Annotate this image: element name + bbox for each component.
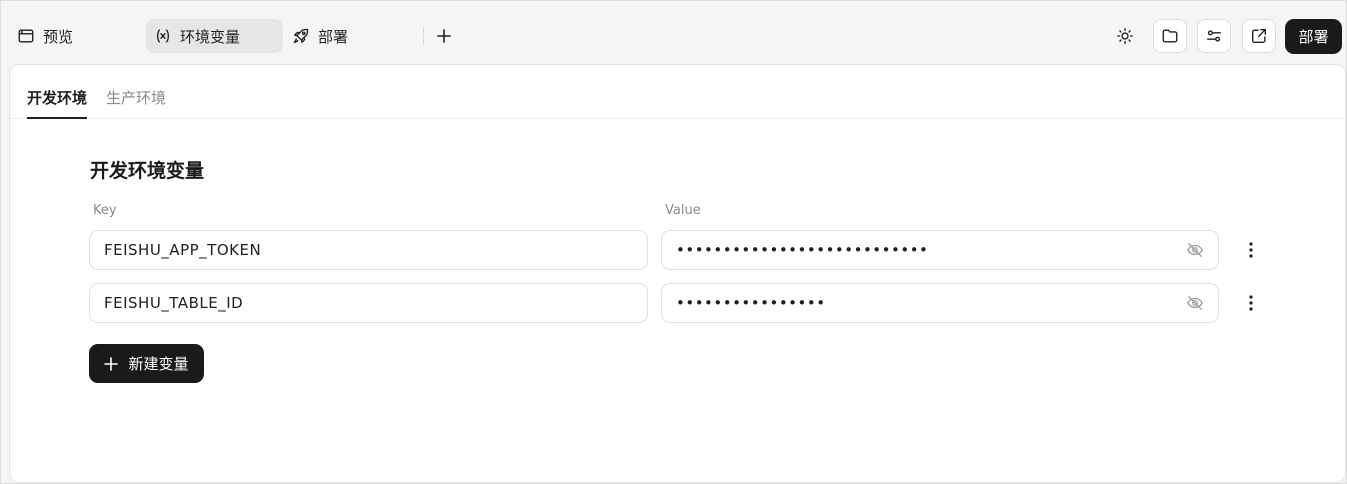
env-key-input[interactable]: FEISHU_TABLE_ID [89,283,648,323]
external-link-icon [1252,29,1266,43]
env-key-text: FEISHU_APP_TOKEN [104,241,262,259]
section-title: 开发环境变量 [90,160,205,182]
tab-deploy-label: 部署 [318,27,349,46]
add-tab-button[interactable] [431,23,457,49]
eye-off-icon[interactable] [1186,294,1204,312]
plus-icon [437,29,451,43]
tab-preview[interactable]: 预览 [9,19,81,53]
env-key-text: FEISHU_TABLE_ID [104,294,244,312]
files-button[interactable] [1153,19,1187,53]
tab-env-vars-label: 环境变量 [180,27,241,46]
row-more-button[interactable] [1239,238,1263,262]
row-more-button[interactable] [1239,291,1263,315]
new-variable-label: 新建变量 [128,355,189,373]
env-value-input[interactable]: •••••••••••••••• [661,283,1219,323]
theme-toggle-button[interactable] [1108,19,1142,53]
key-column-label: Key [93,203,117,218]
env-key-input[interactable]: FEISHU_APP_TOKEN [89,230,648,270]
env-vars-panel: 开发环境 生产环境 开发环境变量 Key Value FEISHU_APP_TO… [9,64,1346,483]
env-value-masked: •••••••••••••••• [676,294,826,312]
tab-deploy[interactable]: 部署 [284,19,356,53]
new-variable-button[interactable]: 新建变量 [89,344,204,383]
subtab-production[interactable]: 生产环境 [106,87,166,118]
settings-sliders-icon [1207,30,1221,42]
folder-icon [1162,29,1178,43]
top-bar: 预览 环境变量 部署 部署 [1,1,1346,63]
env-value-masked: ••••••••••••••••••••••••••• [676,241,929,259]
settings-button[interactable] [1197,19,1231,53]
variable-icon [157,29,169,43]
rocket-icon [293,28,309,44]
more-vertical-icon [1249,295,1253,311]
tab-env-vars[interactable]: 环境变量 [146,19,283,53]
deploy-button[interactable]: 部署 [1285,19,1342,54]
environment-tabs: 开发环境 生产环境 [10,65,1345,119]
open-external-button[interactable] [1242,19,1276,53]
subtab-development[interactable]: 开发环境 [27,87,88,119]
plus-icon [104,356,119,371]
eye-off-icon[interactable] [1186,241,1204,259]
env-value-input[interactable]: ••••••••••••••••••••••••••• [661,230,1219,270]
app-window: 预览 环境变量 部署 部署 开发环境 生产环境 开发环境变量 Key Value… [0,0,1347,484]
browser-window-icon [18,29,34,43]
value-column-label: Value [665,203,701,218]
more-vertical-icon [1249,242,1253,258]
sun-icon [1117,28,1133,44]
tab-preview-label: 预览 [43,27,74,46]
tab-divider [423,27,424,45]
